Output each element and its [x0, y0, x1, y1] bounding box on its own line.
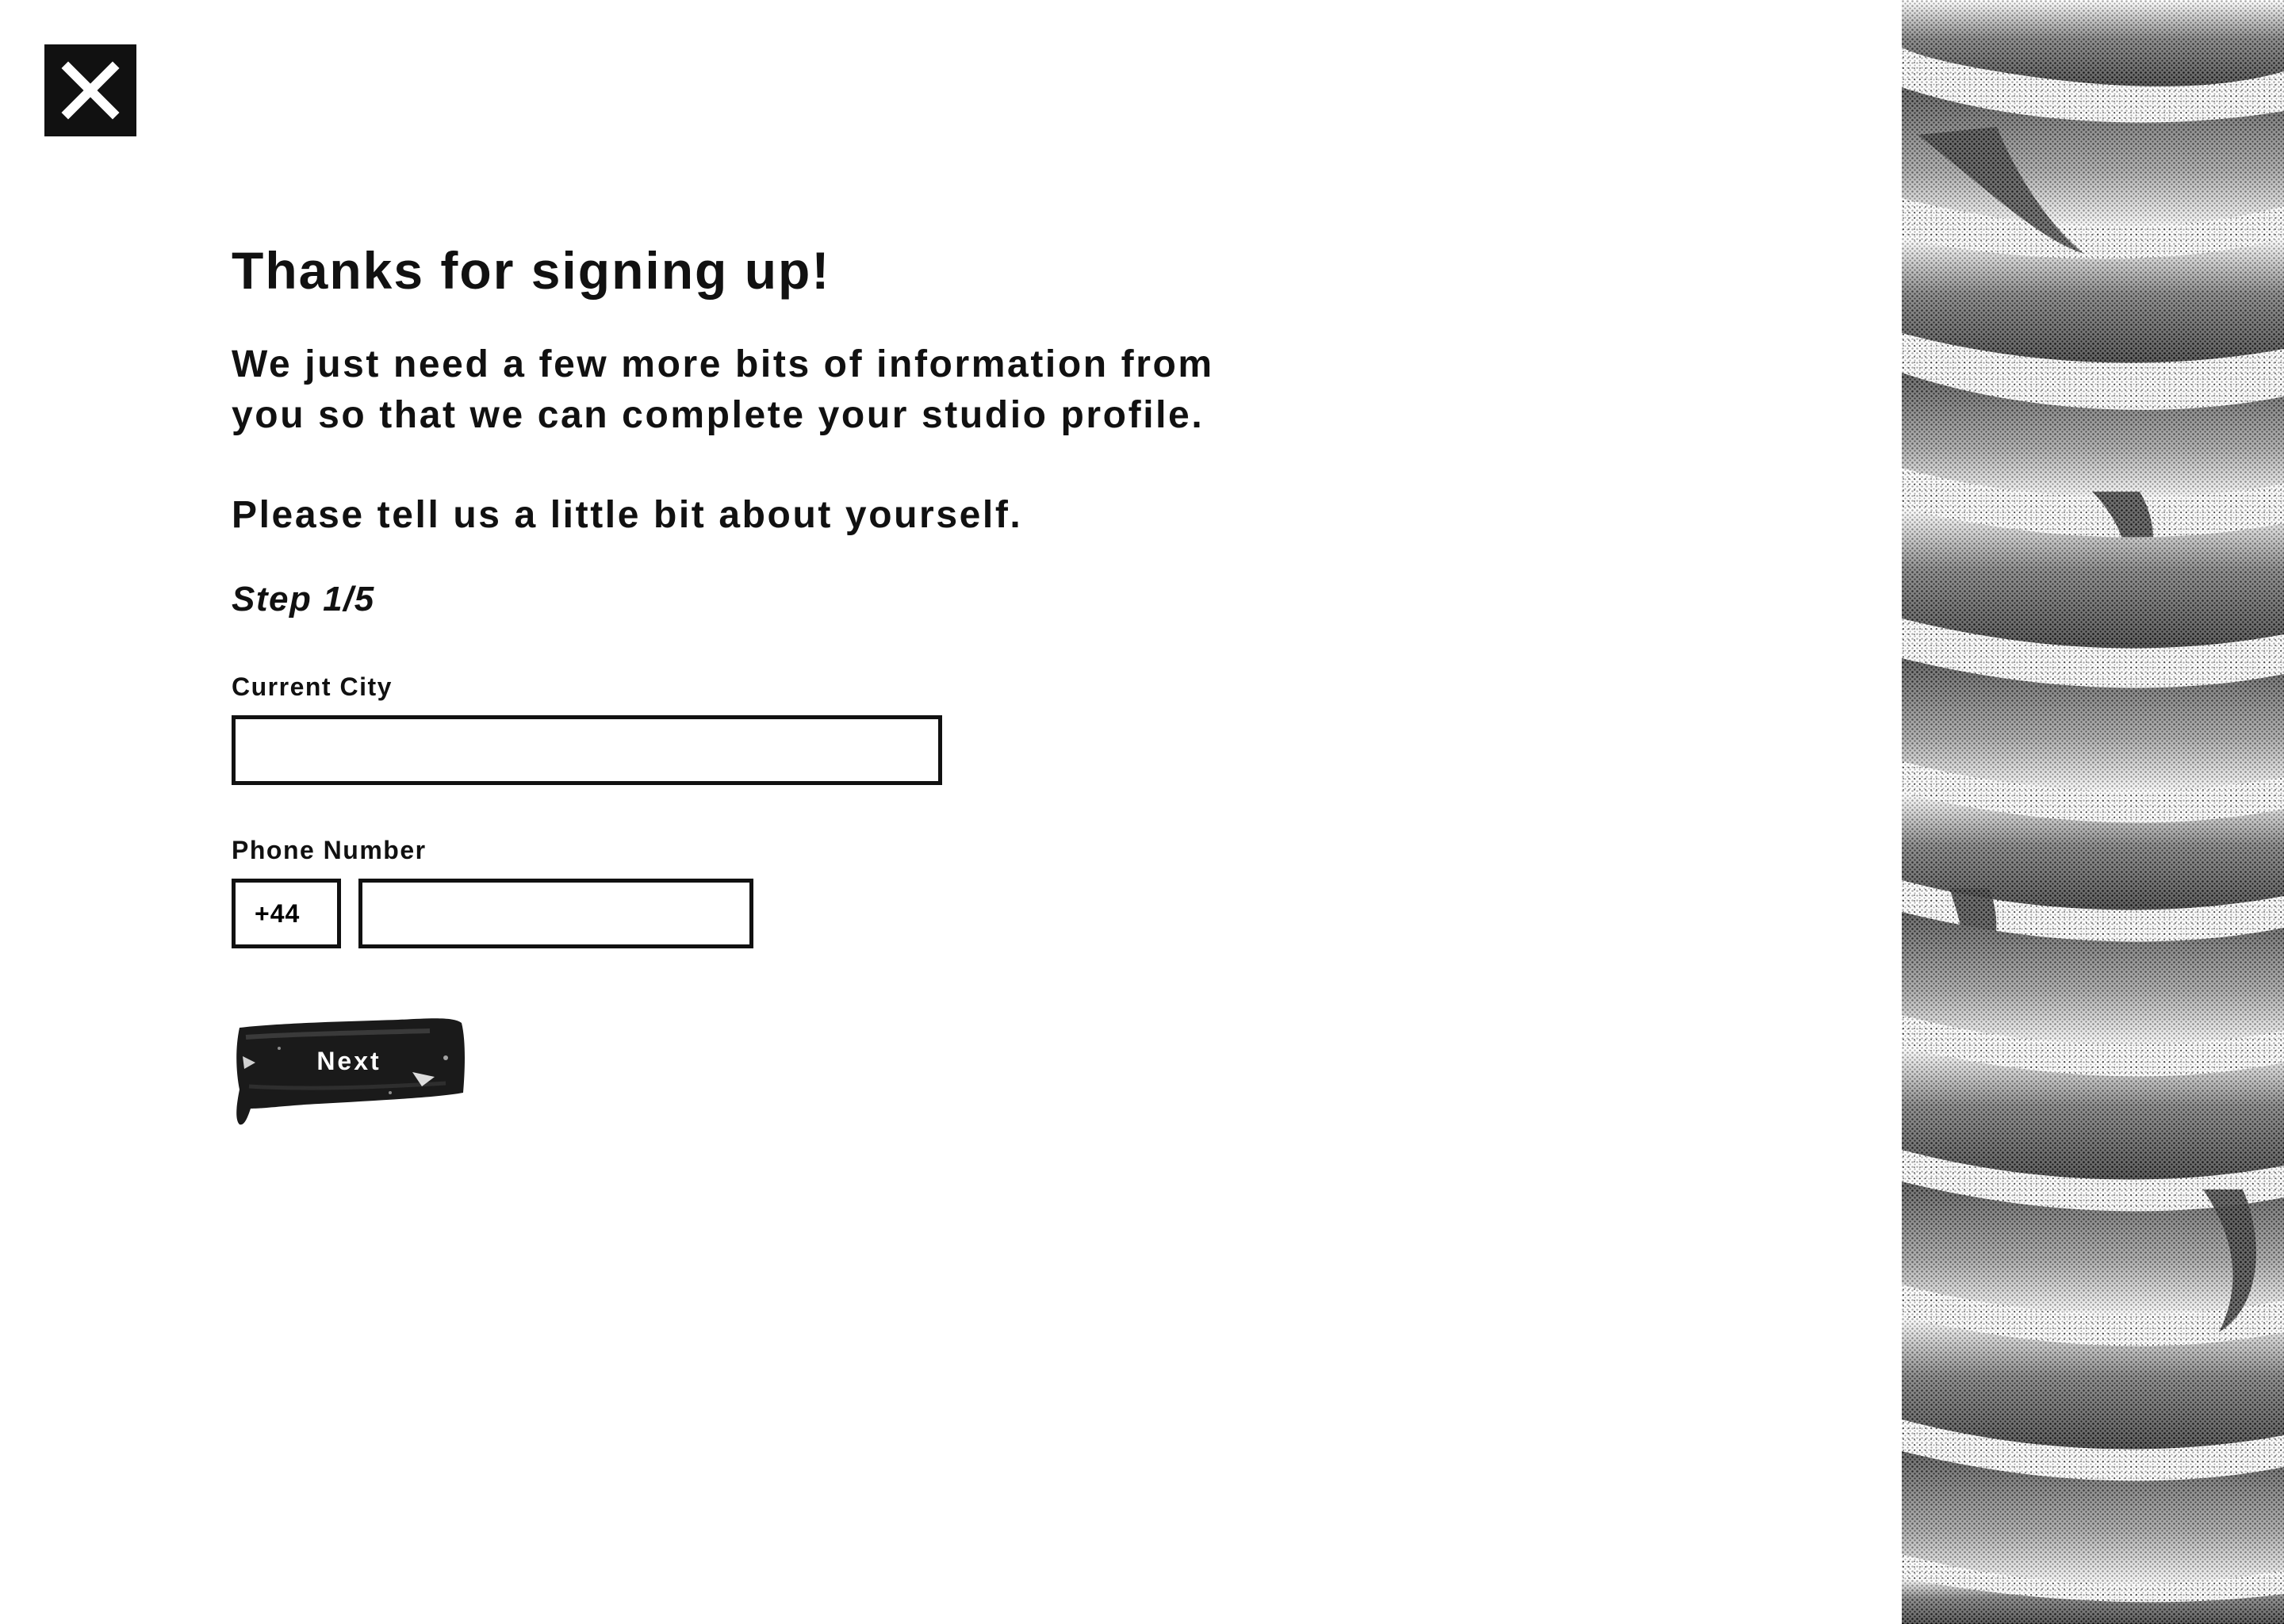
city-input[interactable]	[232, 715, 942, 785]
step-indicator: Step 1/5	[232, 580, 375, 619]
page-title: Thanks for signing up!	[232, 241, 831, 300]
prompt-text: Please tell us a little bit about yourse…	[232, 494, 1023, 536]
phone-number-input[interactable]	[358, 879, 753, 948]
brush-swirl-image	[1902, 0, 2284, 1624]
close-button[interactable]	[44, 44, 136, 136]
phone-label: Phone Number	[232, 836, 427, 864]
next-button-label: Next	[316, 1047, 381, 1075]
next-button[interactable]: Next	[232, 1010, 466, 1128]
signup-page: Thanks for signing up! We just need a fe…	[0, 0, 2284, 1624]
decorative-artwork	[1902, 0, 2284, 1624]
intro-text: We just need a few more bits of informat…	[232, 343, 1214, 436]
phone-row	[232, 879, 1326, 948]
signup-form-container: Thanks for signing up! We just need a fe…	[232, 235, 1326, 1128]
close-icon	[61, 61, 120, 120]
city-label: Current City	[232, 672, 393, 701]
country-code-input[interactable]	[232, 879, 341, 948]
